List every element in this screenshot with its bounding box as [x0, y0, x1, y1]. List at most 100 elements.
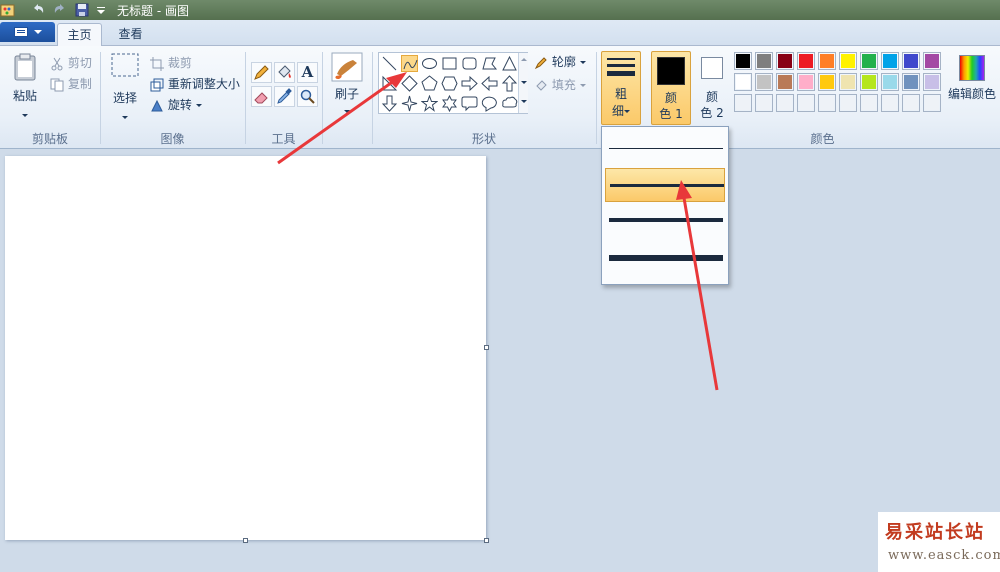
shape-six-point-star[interactable] [441, 94, 458, 113]
palette-swatch[interactable] [923, 73, 941, 91]
color1-button[interactable]: 颜 色 1 [651, 51, 691, 125]
drawing-canvas[interactable] [5, 156, 489, 543]
palette-empty-slot[interactable] [755, 94, 773, 112]
eraser-tool[interactable] [251, 86, 272, 107]
shape-four-point-star[interactable] [401, 95, 418, 112]
shape-right-arrow[interactable] [461, 75, 478, 92]
shape-up-arrow[interactable] [501, 75, 518, 92]
undo-icon[interactable] [30, 2, 46, 18]
line-size-option-1px[interactable] [605, 132, 725, 166]
palette-empty-slot[interactable] [881, 94, 899, 112]
tab-view[interactable]: 查看 [108, 23, 153, 46]
shape-triangle[interactable] [501, 55, 518, 72]
palette-empty-slot[interactable] [902, 94, 920, 112]
palette-swatch[interactable] [776, 73, 794, 91]
color2-button[interactable]: 颜 色 2 [699, 51, 727, 125]
palette-swatch[interactable] [839, 73, 857, 91]
expand-gallery-icon[interactable] [521, 100, 527, 103]
line-size-option-3px[interactable] [605, 168, 725, 202]
file-menu-button[interactable] [0, 22, 55, 42]
chevron-down-icon [122, 116, 128, 119]
fill-label: 填充 [551, 78, 576, 92]
shape-diamond[interactable] [401, 75, 418, 92]
cut-label: 剪切 [67, 56, 92, 70]
ribbon-tab-strip: 主页 查看 [0, 20, 1000, 46]
shape-rectangle[interactable] [441, 55, 458, 72]
swatch-color [757, 75, 771, 89]
rotate-button[interactable]: 旋转 [150, 96, 202, 113]
shape-line[interactable] [381, 55, 398, 72]
palette-swatch[interactable] [755, 73, 773, 91]
tab-home[interactable]: 主页 [57, 23, 102, 46]
save-icon[interactable] [74, 2, 90, 18]
paint-app-icon[interactable] [0, 2, 16, 18]
resize-button[interactable]: 重新调整大小 [150, 75, 240, 92]
shape-cloud-callout[interactable] [501, 95, 518, 112]
palette-swatch[interactable] [902, 52, 920, 70]
palette-swatch[interactable] [860, 52, 878, 70]
fill-button[interactable]: 填充 [534, 76, 586, 93]
shape-pentagon[interactable] [421, 75, 438, 92]
shape-left-arrow[interactable] [481, 75, 498, 92]
swatch-color [757, 96, 771, 110]
shape-oval-callout[interactable] [481, 95, 498, 112]
line-size-option-8px[interactable] [605, 242, 725, 276]
customize-qat-icon[interactable] [93, 2, 109, 18]
palette-swatch[interactable] [734, 52, 752, 70]
shapes-gallery-scrollbar[interactable] [518, 53, 528, 113]
swatch-color [820, 96, 834, 110]
cut-button[interactable]: 剪切 [50, 54, 92, 71]
fill-tool[interactable] [274, 62, 295, 83]
line-size-option-5px[interactable] [605, 204, 725, 238]
palette-empty-slot[interactable] [860, 94, 878, 112]
palette-swatch[interactable] [797, 73, 815, 91]
shape-rounded-callout[interactable] [461, 95, 478, 112]
brushes-button[interactable]: 刷子 [328, 52, 366, 122]
palette-swatch[interactable] [881, 52, 899, 70]
color-picker-tool[interactable] [274, 86, 295, 107]
resize-handle-corner[interactable] [484, 538, 489, 543]
select-button[interactable]: 选择 [108, 52, 142, 122]
palette-empty-slot[interactable] [923, 94, 941, 112]
shape-hexagon[interactable] [441, 75, 458, 92]
palette-empty-slot[interactable] [734, 94, 752, 112]
palette-swatch[interactable] [881, 73, 899, 91]
palette-swatch[interactable] [860, 73, 878, 91]
outline-button[interactable]: 轮廓 [534, 53, 586, 70]
resize-handle-bottom[interactable] [243, 538, 248, 543]
group-label-tools: 工具 [271, 132, 296, 146]
resize-handle-right[interactable] [484, 345, 489, 350]
palette-swatch[interactable] [818, 73, 836, 91]
palette-swatch[interactable] [776, 52, 794, 70]
shape-polygon[interactable] [481, 55, 498, 72]
chevron-down-icon [195, 104, 202, 107]
shape-five-point-star[interactable] [420, 94, 439, 112]
palette-empty-slot[interactable] [818, 94, 836, 112]
edit-colors-button[interactable]: 编辑颜色 [946, 52, 998, 126]
magnifier-tool[interactable] [297, 86, 318, 107]
palette-swatch[interactable] [902, 73, 920, 91]
paste-button[interactable]: 粘贴 [8, 52, 42, 122]
palette-empty-slot[interactable] [797, 94, 815, 112]
shape-right-triangle[interactable] [381, 75, 398, 92]
pencil-tool[interactable] [251, 62, 272, 83]
crop-button[interactable]: 裁剪 [150, 54, 192, 71]
scroll-down-icon[interactable] [521, 81, 527, 84]
palette-empty-slot[interactable] [839, 94, 857, 112]
scroll-up-icon[interactable] [521, 58, 527, 61]
text-tool[interactable]: A [297, 62, 318, 83]
palette-swatch[interactable] [839, 52, 857, 70]
shape-curve[interactable] [401, 55, 418, 72]
shape-rounded-rectangle[interactable] [461, 55, 478, 72]
palette-swatch[interactable] [818, 52, 836, 70]
shape-oval[interactable] [421, 55, 438, 72]
palette-swatch[interactable] [797, 52, 815, 70]
palette-swatch[interactable] [923, 52, 941, 70]
copy-button[interactable]: 复制 [50, 75, 92, 92]
palette-swatch[interactable] [734, 73, 752, 91]
palette-swatch[interactable] [755, 52, 773, 70]
redo-icon[interactable] [52, 2, 68, 18]
palette-empty-slot[interactable] [776, 94, 794, 112]
shape-down-arrow[interactable] [381, 95, 398, 112]
size-button[interactable]: 粗 细 [601, 51, 641, 125]
